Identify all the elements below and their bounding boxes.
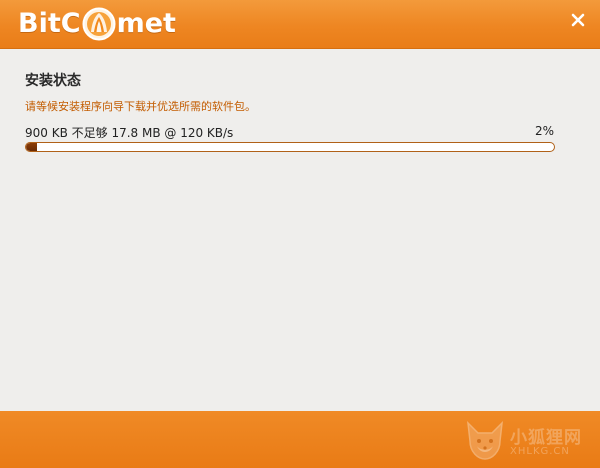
logo-text-suffix: met (116, 8, 176, 39)
download-progress-text: 900 KB 不足够 17.8 MB @ 120 KB/s (25, 126, 234, 140)
comet-logo-icon (82, 7, 116, 41)
close-button[interactable] (568, 10, 588, 30)
section-title: 安装状态 (25, 73, 81, 89)
progress-percent: 2% (534, 124, 554, 138)
header-bar: BitC met (0, 0, 600, 49)
progress-bar (25, 142, 555, 152)
watermark-title: 小狐狸网 (510, 428, 582, 448)
watermark-subtitle: XHLKG.CN (510, 446, 570, 457)
installer-window: BitC met 安装状态 请等候安装程序向导下载并优选所需的软件包。 900 … (0, 0, 600, 468)
fox-icon (467, 420, 503, 460)
logo-text-prefix: BitC (18, 8, 81, 39)
bitcomet-logo: BitC met (18, 6, 176, 42)
watermark: 小狐狸网 XHLKG.CN (462, 418, 594, 464)
progress-bar-fill (26, 143, 37, 151)
close-icon (571, 13, 585, 27)
section-subtitle: 请等候安装程序向导下载并优选所需的软件包。 (25, 100, 256, 113)
